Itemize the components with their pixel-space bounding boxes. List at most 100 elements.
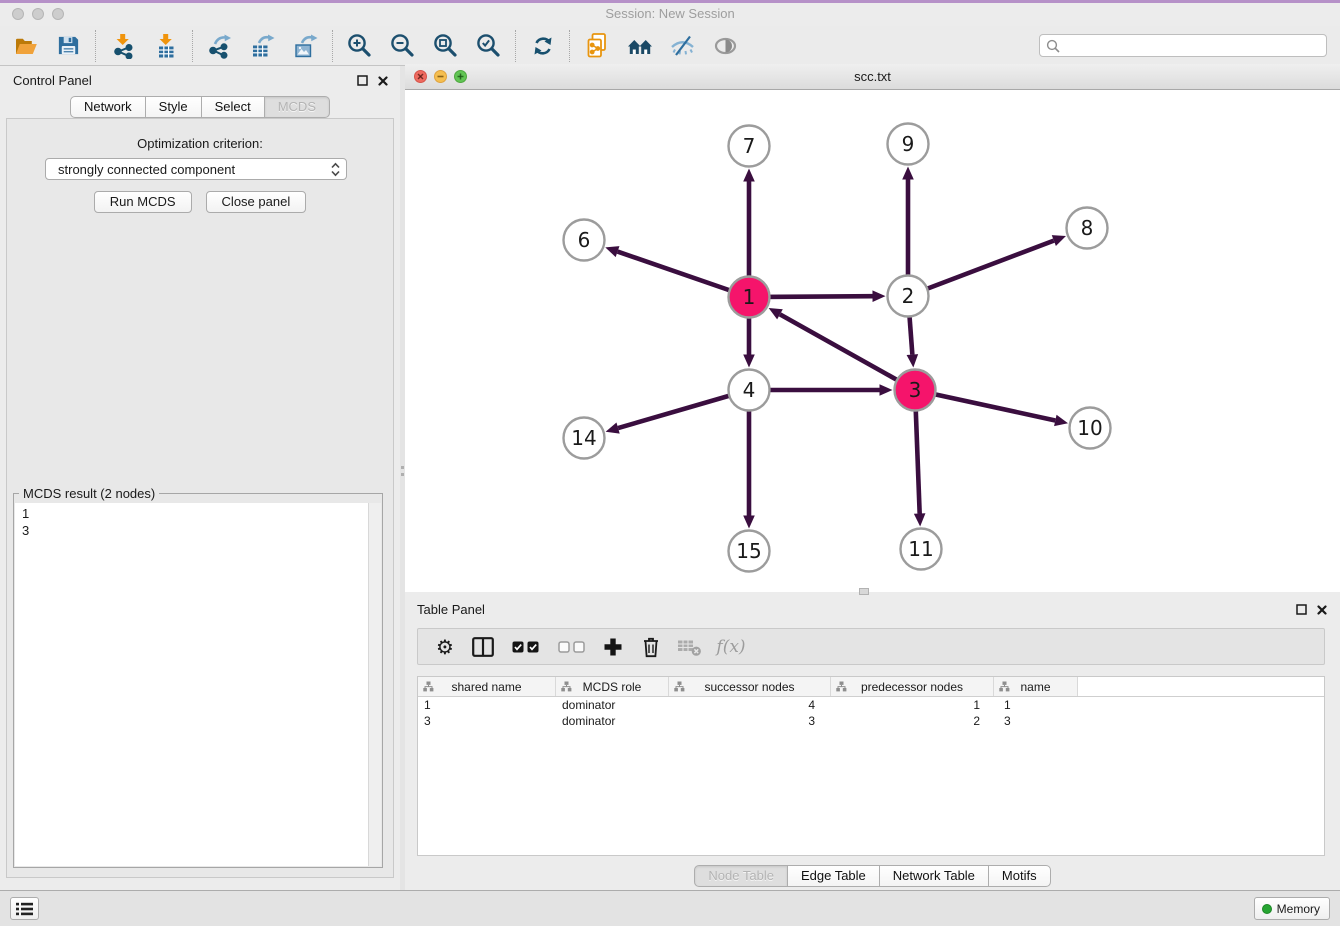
search-icon	[1046, 39, 1060, 53]
close-panel-button[interactable]: Close panel	[206, 191, 307, 213]
copy-network-button[interactable]	[575, 28, 618, 64]
edge-2-8[interactable]	[908, 241, 1054, 296]
zoom-out-button[interactable]	[381, 28, 424, 64]
network-window-titlebar[interactable]: scc.txt	[405, 64, 1340, 90]
table-panel-close-button[interactable]	[1315, 603, 1328, 616]
save-session-button[interactable]	[47, 28, 90, 64]
memory-status-icon	[1262, 904, 1272, 914]
window-close-button[interactable]	[12, 8, 24, 20]
task-history-button[interactable]	[10, 897, 39, 920]
zoom-fit-button[interactable]	[424, 28, 467, 64]
edge-3-1[interactable]	[780, 314, 915, 390]
tab-network[interactable]: Network	[70, 96, 146, 118]
unchecked-boxes-icon	[558, 641, 585, 653]
column-header-name[interactable]: name	[994, 677, 1078, 696]
column-header-MCDS-role[interactable]: MCDS role	[556, 677, 669, 696]
graph-node-label: 11	[908, 537, 933, 561]
tree-view-icon	[999, 681, 1010, 695]
table-row[interactable]: 3dominator323	[418, 713, 1324, 729]
network-window: scc.txt 1234678910111415	[405, 64, 1340, 592]
table-row[interactable]: 1dominator411	[418, 697, 1324, 713]
table-panel: Table Panel ⚙ f(x) shared nameMCDS roles…	[405, 595, 1340, 890]
criterion-dropdown[interactable]: strongly connected component	[45, 158, 347, 180]
graph-node-label: 6	[578, 228, 591, 252]
tab-select[interactable]: Select	[201, 96, 265, 118]
column-header-label: MCDS role	[583, 680, 642, 694]
export-image-icon	[292, 33, 319, 59]
select-all-columns-button[interactable]	[502, 632, 548, 662]
result-scrollbar[interactable]	[368, 503, 381, 866]
table-panel-float-button[interactable]	[1295, 603, 1308, 616]
network-graph: 1234678910111415	[405, 90, 1340, 592]
delete-table-button[interactable]	[670, 632, 708, 662]
open-session-button[interactable]	[4, 28, 47, 64]
deselect-all-columns-button[interactable]	[548, 632, 594, 662]
header-filler	[1078, 677, 1324, 696]
graph-node-label: 2	[902, 284, 915, 308]
column-header-label: successor nodes	[704, 680, 794, 694]
tab-edge-table[interactable]: Edge Table	[787, 865, 880, 887]
network-close-button[interactable]	[414, 70, 427, 83]
tab-style[interactable]: Style	[145, 96, 202, 118]
export-network-button[interactable]	[198, 28, 241, 64]
table-panel-tabs: Node TableEdge TableNetwork TableMotifs	[405, 865, 1340, 887]
edge-arrowhead	[907, 354, 919, 367]
table-cell: 3	[669, 714, 831, 728]
show-eye-button[interactable]	[704, 28, 747, 64]
toolbar-separator	[192, 30, 193, 62]
window-controls	[12, 8, 64, 20]
search-input[interactable]	[1064, 36, 1326, 56]
split-columns-button[interactable]	[464, 632, 502, 662]
hide-eye-button[interactable]	[661, 28, 704, 64]
edge-arrowhead	[872, 290, 885, 302]
mcds-result-area[interactable]: 1 3	[15, 503, 381, 866]
tab-network-table[interactable]: Network Table	[879, 865, 989, 887]
tree-view-icon	[561, 681, 572, 695]
close-glyph-icon	[417, 73, 424, 80]
tree-view-icon	[423, 681, 434, 695]
control-panel-float-button[interactable]	[356, 74, 369, 87]
zoom-selected-button[interactable]	[467, 28, 510, 64]
network-zoom-button[interactable]	[454, 70, 467, 83]
column-header-predecessor-nodes[interactable]: predecessor nodes	[831, 677, 994, 696]
graph-node-label: 15	[736, 539, 761, 563]
import-network-button[interactable]	[101, 28, 144, 64]
column-header-label: predecessor nodes	[861, 680, 963, 694]
list-icon	[16, 902, 33, 916]
function-builder-button[interactable]: f(x)	[708, 632, 754, 662]
export-table-button[interactable]	[241, 28, 284, 64]
tab-mcds[interactable]: MCDS	[264, 96, 330, 118]
tab-motifs[interactable]: Motifs	[988, 865, 1051, 887]
memory-button[interactable]: Memory	[1254, 897, 1330, 920]
edge-arrowhead	[1052, 235, 1066, 246]
mcds-result-box: MCDS result (2 nodes) 1 3	[13, 493, 383, 868]
mcds-result-title: MCDS result (2 nodes)	[19, 486, 159, 501]
window-minimize-button[interactable]	[32, 8, 44, 20]
tab-node-table[interactable]: Node Table	[694, 865, 788, 887]
control-panel: Control Panel NetworkStyleSelectMCDS Opt…	[0, 66, 400, 890]
houses-button[interactable]	[618, 28, 661, 64]
network-minimize-button[interactable]	[434, 70, 447, 83]
graph-node-label: 3	[909, 378, 922, 402]
export-image-button[interactable]	[284, 28, 327, 64]
control-panel-close-button[interactable]	[376, 74, 389, 87]
minimize-glyph-icon	[437, 73, 444, 80]
table-settings-button[interactable]: ⚙	[426, 632, 464, 662]
delete-table-icon	[677, 637, 702, 657]
import-table-button[interactable]	[144, 28, 187, 64]
titlebar: Session: New Session	[0, 0, 1340, 26]
run-mcds-button[interactable]: Run MCDS	[94, 191, 192, 213]
window-zoom-button[interactable]	[52, 8, 64, 20]
horizontal-splitter-handle[interactable]	[859, 588, 869, 595]
column-header-shared-name[interactable]: shared name	[418, 677, 556, 696]
split-columns-icon	[472, 637, 494, 657]
network-canvas[interactable]: 1234678910111415	[405, 90, 1340, 592]
toolbar-separator	[332, 30, 333, 62]
zoom-in-button[interactable]	[338, 28, 381, 64]
column-header-successor-nodes[interactable]: successor nodes	[669, 677, 831, 696]
delete-column-button[interactable]	[632, 632, 670, 662]
add-column-button[interactable]	[594, 632, 632, 662]
table-cell: 3	[994, 714, 1078, 728]
refresh-button[interactable]	[521, 28, 564, 64]
edge-arrowhead	[902, 167, 914, 180]
